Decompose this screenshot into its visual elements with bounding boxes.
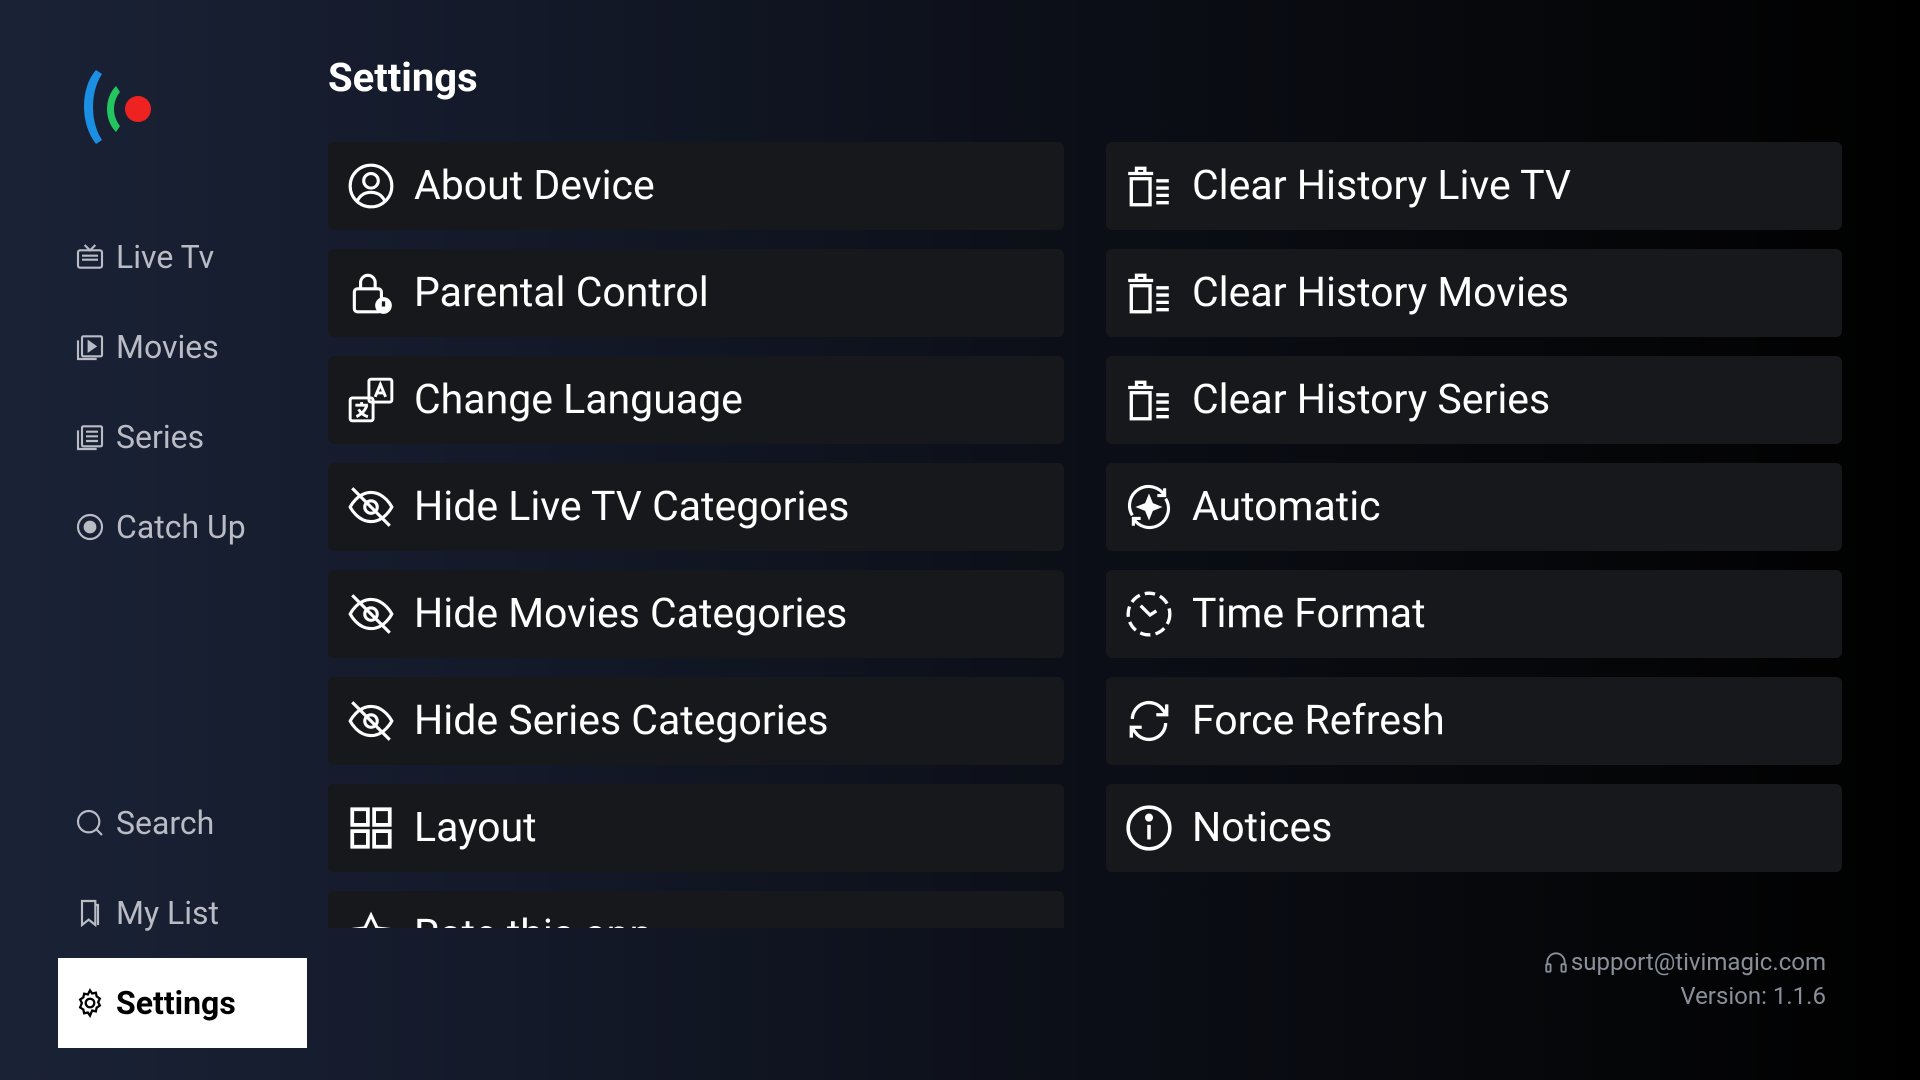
option-label: Change Language: [414, 376, 743, 424]
option-label: Rate this app: [414, 911, 653, 928]
option-label: Automatic: [1192, 483, 1381, 531]
sidebar-item-label: My List: [116, 894, 220, 932]
option-label: Layout: [414, 804, 537, 852]
option-clear-history-live-tv[interactable]: Clear History Live TV: [1106, 142, 1842, 230]
play-box-icon: [76, 335, 104, 361]
support-contact: support@tivimagic.com: [1543, 945, 1826, 979]
sidebar-item-label: Settings: [116, 984, 236, 1022]
option-notices[interactable]: Notices: [1106, 784, 1842, 872]
option-clear-history-movies[interactable]: Clear History Movies: [1106, 249, 1842, 337]
grid-icon: [350, 807, 392, 849]
headset-icon: [1545, 952, 1567, 973]
refresh-icon: [1129, 700, 1169, 742]
clear-history-icon: [1128, 380, 1169, 421]
option-hide-movies-categories[interactable]: Hide Movies Categories: [328, 570, 1064, 658]
support-footer: support@tivimagic.com Version: 1.1.6: [1543, 945, 1826, 1013]
bookmark-icon: [80, 899, 100, 928]
clock-dashed-icon: [1126, 591, 1172, 637]
settings-right-column: Clear History Live TV Clear History Movi…: [1106, 142, 1842, 872]
option-parental-control[interactable]: Parental Control: [328, 249, 1064, 337]
option-label: Force Refresh: [1192, 697, 1445, 745]
auto-sparkle-icon: [1127, 485, 1171, 529]
series-list-icon: [76, 425, 104, 451]
clear-history-icon: [1128, 166, 1169, 207]
sidebar-item-label: Catch Up: [116, 508, 246, 546]
record-icon: [76, 513, 104, 541]
settings-left-column: About Device Parental Control Change Lan…: [328, 142, 1064, 928]
gear-icon: [78, 988, 102, 1019]
sidebar-item-search[interactable]: Search: [74, 798, 214, 848]
option-time-format[interactable]: Time Format: [1106, 570, 1842, 658]
sidebar-item-movies[interactable]: Movies: [74, 322, 219, 372]
star-icon: [351, 911, 391, 928]
option-automatic[interactable]: Automatic: [1106, 463, 1842, 551]
sidebar-item-label: Series: [116, 418, 205, 456]
option-rate-this-app[interactable]: Rate this app: [328, 891, 1064, 928]
option-label: Hide Movies Categories: [414, 590, 848, 638]
search-icon: [76, 809, 103, 836]
tv-icon: [76, 244, 104, 269]
eye-off-icon: [348, 487, 394, 527]
translate-icon: [348, 377, 394, 423]
info-icon: [1126, 805, 1172, 851]
option-label: Clear History Live TV: [1192, 162, 1572, 210]
clear-history-icon: [1128, 273, 1169, 314]
sidebar-item-label: Movies: [116, 328, 219, 366]
option-hide-series-categories[interactable]: Hide Series Categories: [328, 677, 1064, 765]
app-version: Version: 1.1.6: [1680, 982, 1826, 1010]
option-change-language[interactable]: Change Language: [328, 356, 1064, 444]
sidebar: Live Tv Movies Series Catch Up Search My…: [0, 0, 320, 1080]
option-label: About Device: [414, 162, 655, 210]
option-clear-history-series[interactable]: Clear History Series: [1106, 356, 1842, 444]
option-label: Hide Series Categories: [414, 697, 829, 745]
lock-icon: [352, 273, 392, 314]
user-circle-icon: [348, 163, 394, 209]
option-about-device[interactable]: About Device: [328, 142, 1064, 230]
sidebar-item-my-list[interactable]: My List: [74, 888, 219, 938]
eye-off-icon: [348, 701, 394, 741]
sidebar-item-series[interactable]: Series: [74, 412, 204, 462]
settings-options-viewport: About Device Parental Control Change Lan…: [328, 142, 1864, 928]
eye-off-icon: [348, 594, 394, 634]
option-label: Clear History Movies: [1192, 269, 1569, 317]
option-layout[interactable]: Layout: [328, 784, 1064, 872]
sidebar-item-settings[interactable]: Settings: [58, 958, 307, 1048]
option-force-refresh[interactable]: Force Refresh: [1106, 677, 1842, 765]
option-hide-live-tv-categories[interactable]: Hide Live TV Categories: [328, 463, 1064, 551]
option-label: Time Format: [1192, 590, 1426, 638]
option-label: Parental Control: [414, 269, 709, 317]
sidebar-item-label: Search: [116, 804, 215, 842]
option-label: Notices: [1192, 804, 1333, 852]
page-title: Settings: [328, 54, 478, 101]
support-email: support@tivimagic.com: [1570, 948, 1826, 976]
sidebar-item-label: Live Tv: [116, 238, 215, 276]
sidebar-item-catch-up[interactable]: Catch Up: [74, 502, 246, 552]
option-label: Hide Live TV Categories: [414, 483, 850, 531]
sidebar-item-live-tv[interactable]: Live Tv: [74, 232, 214, 282]
option-label: Clear History Series: [1192, 376, 1551, 424]
